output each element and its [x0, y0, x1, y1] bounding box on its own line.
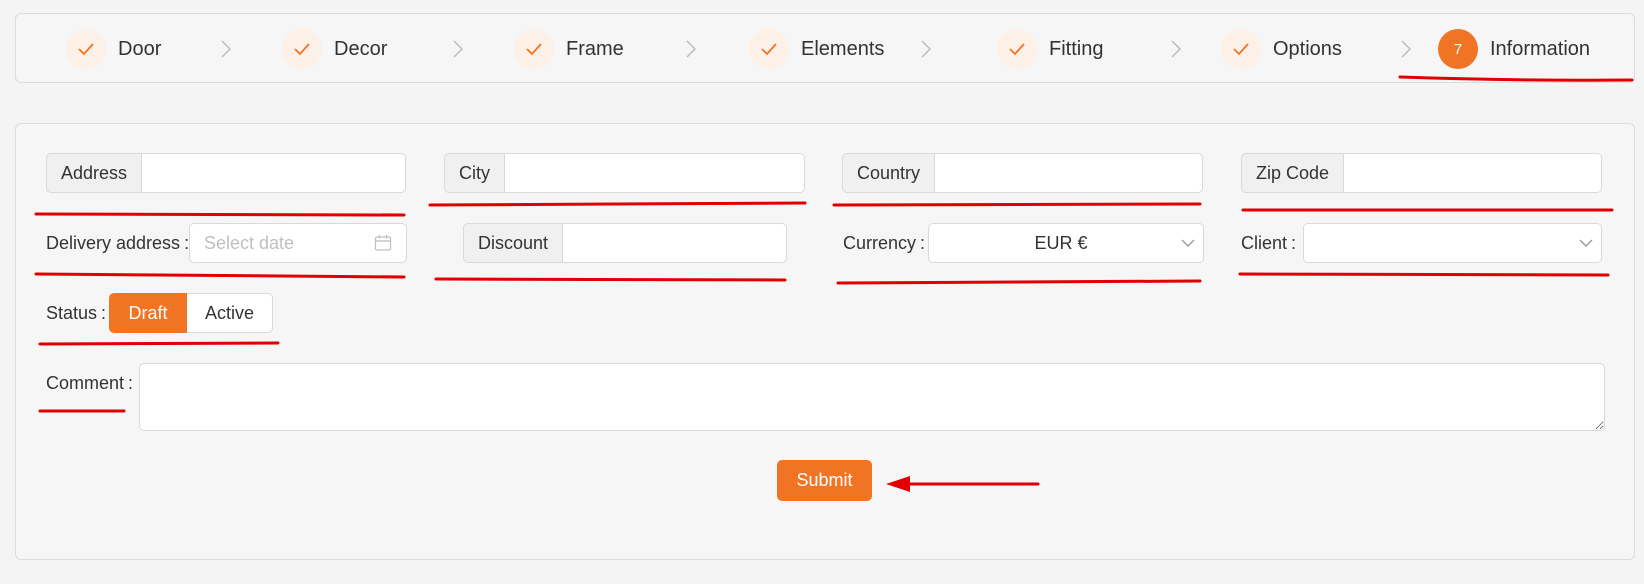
status-label: Status: [46, 303, 107, 323]
step-label: Options [1273, 37, 1342, 60]
zip-code-label: Zip Code [1241, 153, 1344, 193]
status-option-draft[interactable]: Draft [109, 293, 187, 333]
step-decor[interactable]: Decor [282, 14, 387, 84]
check-icon [514, 29, 554, 69]
step-options[interactable]: Options [1221, 14, 1342, 84]
currency-select[interactable]: EUR € [928, 223, 1204, 263]
country-field: Country [842, 153, 1203, 193]
chevron-down-icon [1571, 239, 1601, 248]
discount-label: Discount [463, 223, 563, 263]
chevron-down-icon [1173, 239, 1203, 248]
step-fitting[interactable]: Fitting [997, 14, 1103, 84]
check-icon [66, 29, 106, 69]
chevron-right-icon [921, 40, 932, 58]
delivery-address-label: Delivery address: [46, 233, 190, 253]
delivery-date-picker[interactable] [189, 223, 407, 263]
step-label: Door [118, 37, 162, 60]
step-information[interactable]: 7 Information [1438, 14, 1590, 84]
check-icon [282, 29, 322, 69]
step-elements[interactable]: Elements [749, 14, 884, 84]
country-input[interactable] [934, 153, 1203, 193]
step-number-badge: 7 [1438, 29, 1478, 69]
client-label: Client: [1241, 233, 1297, 253]
check-icon [997, 29, 1037, 69]
step-label: Information [1490, 37, 1591, 60]
city-field: City [444, 153, 805, 193]
calendar-icon [374, 235, 392, 251]
zip-code-input[interactable] [1343, 153, 1602, 193]
currency-label: Currency: [843, 233, 926, 253]
chevron-right-icon [686, 40, 697, 58]
chevron-right-icon [453, 40, 464, 58]
delivery-date-input[interactable] [190, 232, 374, 254]
country-label: Country [842, 153, 935, 193]
discount-field: Discount [463, 223, 787, 263]
step-label: Frame [566, 37, 624, 60]
zip-code-field: Zip Code [1241, 153, 1602, 193]
stepper-bar: Door Decor Frame Elements Fitting Option… [15, 13, 1635, 83]
check-icon [1221, 29, 1261, 69]
currency-value: EUR € [1034, 232, 1088, 253]
step-label: Fitting [1049, 37, 1104, 60]
chevron-right-icon [1171, 40, 1182, 58]
check-icon [749, 29, 789, 69]
address-label: Address [46, 153, 142, 193]
chevron-right-icon [221, 40, 232, 58]
step-door[interactable]: Door [66, 14, 161, 84]
city-input[interactable] [504, 153, 805, 193]
address-field: Address [46, 153, 406, 193]
step-label: Decor [334, 37, 388, 60]
status-option-active[interactable]: Active [187, 293, 273, 333]
chevron-right-icon [1401, 40, 1412, 58]
comment-label: Comment: [46, 373, 134, 393]
address-input[interactable] [141, 153, 406, 193]
client-select[interactable] [1303, 223, 1602, 263]
comment-textarea[interactable] [139, 363, 1605, 431]
step-label: Elements [801, 37, 885, 60]
city-label: City [444, 153, 504, 193]
step-frame[interactable]: Frame [514, 14, 624, 84]
discount-input[interactable] [562, 223, 787, 263]
submit-button[interactable]: Submit [777, 460, 872, 501]
